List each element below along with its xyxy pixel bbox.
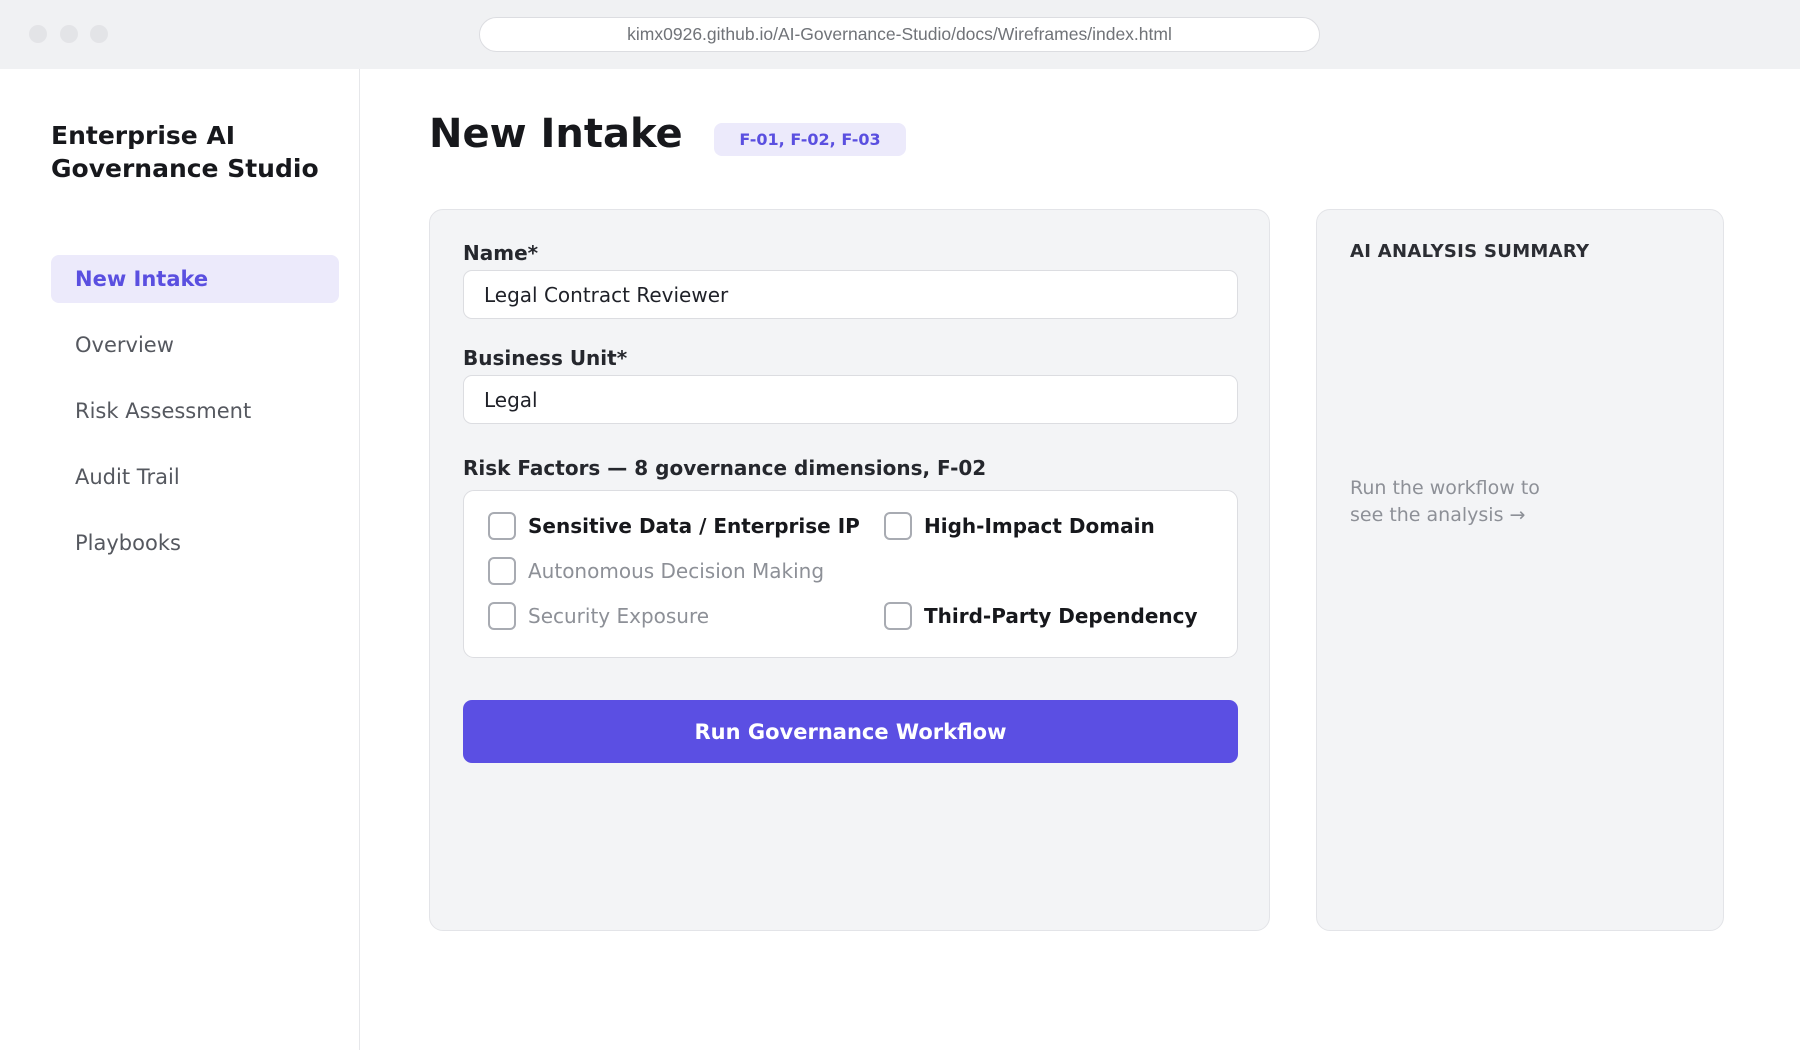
checkbox[interactable] (488, 512, 516, 540)
ai-analysis-summary-panel: AI ANALYSIS SUMMARY Run the workflow to … (1316, 209, 1724, 931)
page-title: New Intake (429, 111, 683, 157)
sidebar: Enterprise AI Governance Studio New Inta… (0, 69, 360, 1050)
risk-factor-label: Third-Party Dependency (924, 604, 1198, 628)
window-minimize-dot[interactable] (60, 25, 78, 43)
risk-factor-label: Sensitive Data / Enterprise IP (528, 514, 860, 538)
risk-factor-label: High-Impact Domain (924, 514, 1155, 538)
risk-factor-sensitive-data[interactable]: Sensitive Data / Enterprise IP (488, 512, 860, 540)
name-label: Name* (463, 241, 539, 265)
checkbox[interactable] (884, 602, 912, 630)
sidebar-item-playbooks[interactable]: Playbooks (51, 519, 339, 567)
risk-factors-label: Risk Factors — 8 governance dimensions, … (463, 456, 987, 480)
checkbox[interactable] (884, 512, 912, 540)
risk-factor-security-exposure[interactable]: Security Exposure (488, 602, 709, 630)
business-unit-input[interactable] (463, 375, 1238, 424)
checkbox[interactable] (488, 602, 516, 630)
summary-title: AI ANALYSIS SUMMARY (1350, 241, 1590, 262)
sidebar-item-risk-assessment[interactable]: Risk Assessment (51, 387, 339, 435)
intake-form-card: Name* Business Unit* Risk Factors — 8 go… (429, 209, 1270, 931)
business-unit-label: Business Unit* (463, 346, 628, 370)
window-maximize-dot[interactable] (90, 25, 108, 43)
feature-tag-badge: F-01, F-02, F-03 (714, 123, 906, 156)
risk-factor-label: Autonomous Decision Making (528, 559, 825, 583)
browser-chrome: kimx0926.github.io/AI-Governance-Studio/… (0, 0, 1800, 69)
risk-factor-third-party-dependency[interactable]: Third-Party Dependency (884, 602, 1198, 630)
risk-factor-label: Security Exposure (528, 604, 710, 628)
risk-factor-autonomous-decision[interactable]: Autonomous Decision Making (488, 557, 824, 585)
sidebar-item-overview[interactable]: Overview (51, 321, 339, 369)
name-input[interactable] (463, 270, 1238, 319)
risk-factor-high-impact-domain[interactable]: High-Impact Domain (884, 512, 1155, 540)
checkbox[interactable] (488, 557, 516, 585)
sidebar-item-audit-trail[interactable]: Audit Trail (51, 453, 339, 501)
window-close-dot[interactable] (29, 25, 47, 43)
sidebar-item-new-intake[interactable]: New Intake (51, 255, 339, 303)
summary-empty-state: Run the workflow to see the analysis → (1350, 477, 1540, 526)
risk-factors-group: Sensitive Data / Enterprise IP High-Impa… (463, 490, 1238, 658)
run-governance-workflow-button[interactable]: Run Governance Workflow (463, 700, 1238, 763)
address-bar[interactable]: kimx0926.github.io/AI-Governance-Studio/… (479, 17, 1320, 52)
app-brand: Enterprise AI Governance Studio (51, 121, 319, 183)
